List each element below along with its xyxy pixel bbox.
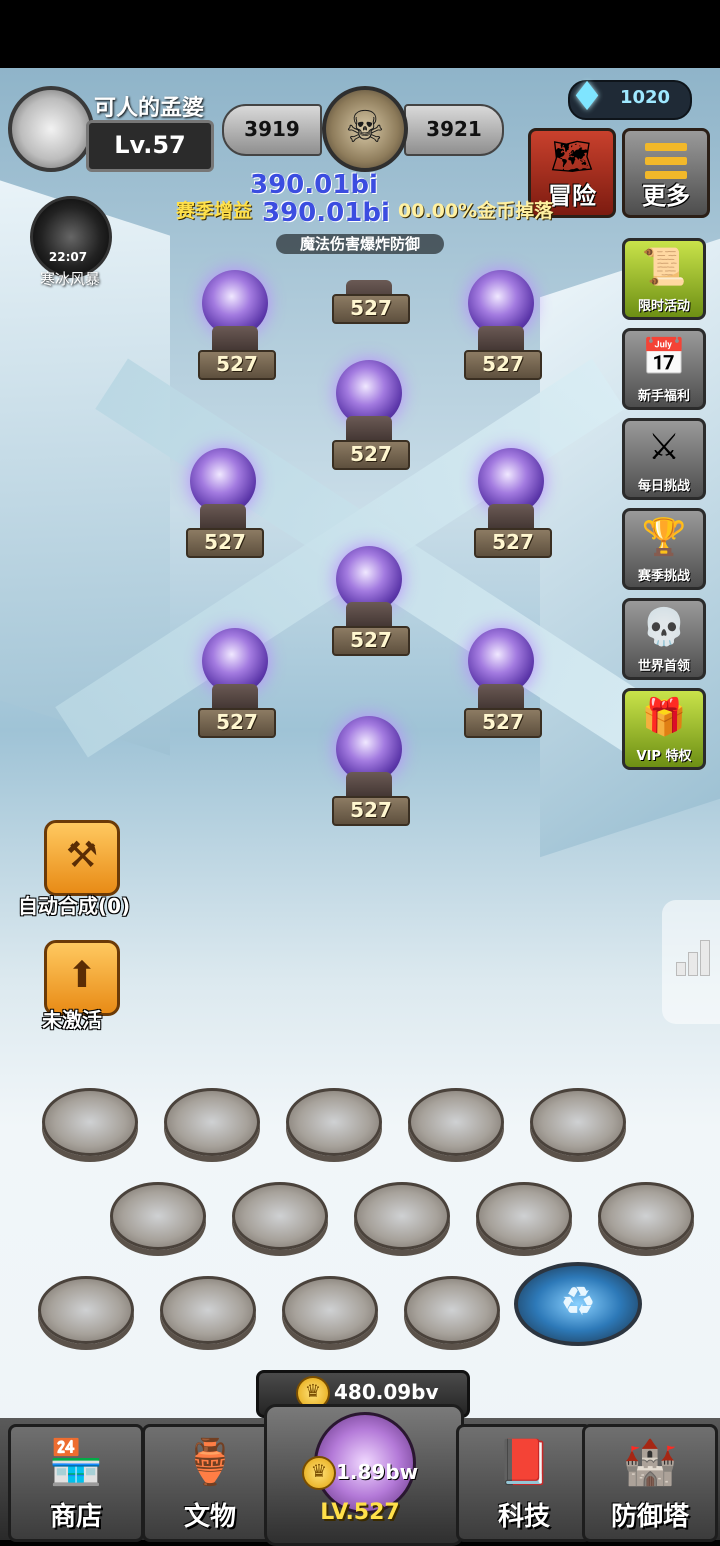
- tower[interactable]: 527: [324, 546, 414, 656]
- side-menu-label: 每日挑战: [637, 479, 690, 494]
- merge-slot[interactable]: [476, 1182, 572, 1250]
- merge-slot[interactable]: [160, 1276, 256, 1344]
- boss-effect-bar: 魔法伤害爆炸防御: [276, 234, 444, 254]
- damage-number: 390.01bi: [250, 170, 378, 200]
- tech-book-icon: 📕: [496, 1437, 552, 1488]
- side-menu-label: 限时活动: [637, 299, 690, 314]
- map-scroll-icon: 🗺: [550, 137, 594, 177]
- side-menu-label: 新手福利: [637, 389, 690, 404]
- merge-slot[interactable]: [232, 1182, 328, 1250]
- merge-slot[interactable]: [38, 1276, 134, 1344]
- tab-defense-tower[interactable]: 🏰 防御塔: [582, 1424, 718, 1542]
- tower-level: 527: [198, 350, 276, 380]
- tower[interactable]: 527: [178, 448, 268, 558]
- boost-arrow-icon: ⬆: [66, 955, 98, 996]
- gold-coin-icon: ♛: [302, 1456, 336, 1490]
- auto-merge-label: 自动合成(0): [18, 894, 131, 918]
- side-menu-label: 赛季挑战: [637, 569, 690, 584]
- merge-slot[interactable]: [530, 1088, 626, 1156]
- season-buff-label: 赛季增益: [176, 200, 253, 222]
- side-menu-label: VIP 特权: [636, 749, 692, 764]
- merge-slot[interactable]: [110, 1182, 206, 1250]
- damage-number: 390.01bi: [262, 198, 390, 228]
- player-avatar[interactable]: [8, 86, 94, 172]
- more-button[interactable]: 更多: [622, 128, 710, 218]
- anvil-icon: ⚒: [65, 835, 99, 876]
- player-level: Lv.57: [86, 120, 214, 172]
- merge-slot[interactable]: [164, 1088, 260, 1156]
- auto-merge-button[interactable]: ⚒: [44, 820, 120, 896]
- merge-slot[interactable]: [282, 1276, 378, 1344]
- more-label: 更多: [642, 182, 690, 210]
- previous-wave: 3919: [222, 104, 322, 156]
- artifact-globe-icon: 🏺: [182, 1437, 238, 1488]
- tab-shop-label: 商店: [49, 1502, 102, 1532]
- event-name: 寒冰风暴: [39, 270, 100, 288]
- merge-slot[interactable]: [42, 1088, 138, 1156]
- hero-level: LV.527: [320, 1500, 400, 1525]
- recycle-slot[interactable]: ♻: [514, 1262, 642, 1346]
- inactive-label: 未激活: [42, 1008, 102, 1032]
- tower-level: 527: [464, 708, 542, 738]
- ice-storm-event-icon[interactable]: [30, 196, 112, 278]
- merge-slot[interactable]: [598, 1182, 694, 1250]
- merge-slot[interactable]: [404, 1276, 500, 1344]
- gem-count: 1020: [619, 87, 671, 108]
- tower[interactable]: 527: [190, 628, 280, 738]
- side-menu-label: 世界首领: [637, 659, 690, 674]
- side-menu-world-boss[interactable]: 💀 世界首领: [622, 598, 706, 680]
- tower[interactable]: 527: [466, 448, 556, 558]
- recycle-icon: ♻: [560, 1279, 596, 1325]
- side-menu-season-challenge[interactable]: 🏆 赛季挑战: [622, 508, 706, 590]
- trophy-icon: 🏆: [641, 517, 687, 558]
- crossed-swords-icon: ⚔: [647, 427, 681, 468]
- status-bar: [0, 0, 720, 68]
- side-menu-newbie-welfare[interactable]: 📅 新手福利: [622, 328, 706, 410]
- side-menu-vip[interactable]: 🎁 VIP 特权: [622, 688, 706, 770]
- merge-slot[interactable]: [286, 1088, 382, 1156]
- merge-slot[interactable]: [354, 1182, 450, 1250]
- tower[interactable]: 527: [456, 270, 546, 380]
- tower-level: 527: [332, 796, 410, 826]
- boss-skull-icon[interactable]: ☠: [322, 86, 408, 172]
- tower[interactable]: 527: [324, 360, 414, 470]
- diamond-icon: ♦: [569, 74, 605, 120]
- tab-tech[interactable]: 📕 科技: [456, 1424, 592, 1542]
- next-wave: 3921: [404, 104, 504, 156]
- shop-icon: 🏪: [48, 1437, 104, 1488]
- treasure-chest-icon: 🎁: [641, 697, 687, 738]
- hero-upgrade-cost: 1.89bw: [336, 1460, 419, 1484]
- player-name: 可人的孟婆: [94, 96, 205, 121]
- tower-level: 527: [474, 528, 552, 558]
- tower-level: 527: [332, 294, 410, 324]
- side-menu-daily-challenge[interactable]: ⚔ 每日挑战: [622, 418, 706, 500]
- scroll-icon: 📜: [641, 247, 687, 288]
- tower[interactable]: 527: [456, 628, 546, 738]
- tower[interactable]: 527: [324, 256, 414, 366]
- side-menu-limited-event[interactable]: 📜 限时活动: [622, 238, 706, 320]
- gold-amount: 480.09bv: [334, 1380, 439, 1404]
- tab-artifact[interactable]: 🏺 文物: [142, 1424, 278, 1542]
- tower-level: 527: [186, 528, 264, 558]
- tower-level: 527: [332, 626, 410, 656]
- tower-level: 527: [198, 708, 276, 738]
- tower-level: 527: [332, 440, 410, 470]
- tab-defense-tower-label: 防御塔: [610, 1502, 689, 1532]
- tab-shop[interactable]: 🏪 商店: [8, 1424, 144, 1542]
- skull-shield-icon: 💀: [641, 607, 687, 648]
- tower[interactable]: 527: [190, 270, 280, 380]
- tab-tech-label: 科技: [497, 1502, 550, 1532]
- tower-level: 527: [464, 350, 542, 380]
- tower[interactable]: 527: [324, 716, 414, 826]
- calendar-check-icon: 📅: [641, 337, 687, 378]
- season-buff-value: 00.00%金币掉落: [398, 200, 554, 222]
- event-timer: 22:07: [48, 250, 88, 264]
- bar-chart-icon: [676, 940, 710, 976]
- castle-icon: 🏰: [622, 1437, 678, 1488]
- tab-artifact-label: 文物: [183, 1502, 236, 1532]
- merge-slot[interactable]: [408, 1088, 504, 1156]
